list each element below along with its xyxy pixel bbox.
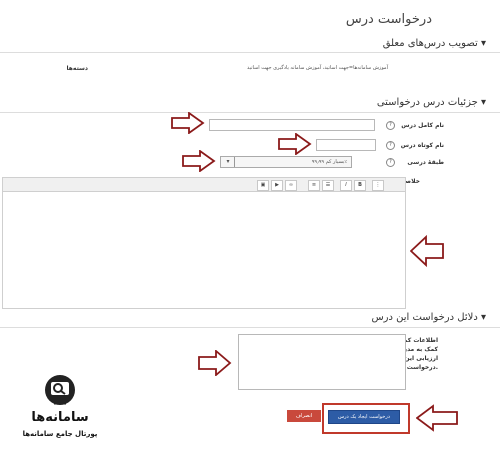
link-icon[interactable]: ∞ — [285, 180, 297, 191]
portal-logo: سامانه‌ها پورتال جامع سامانه‌ها — [20, 372, 100, 444]
summary-editor[interactable] — [2, 191, 406, 309]
divider — [0, 327, 500, 328]
section-approval-title[interactable]: تصویب درس‌های معلق ▾ — [383, 38, 486, 49]
brand-subtitle: پورتال جامع سامانه‌ها — [22, 430, 98, 438]
divider — [0, 112, 500, 113]
brand-name: سامانه‌ها — [31, 410, 89, 425]
arrow-left-icon — [410, 234, 444, 268]
image-icon[interactable]: ▣ — [257, 180, 269, 191]
fullname-input[interactable] — [209, 119, 375, 131]
arrow-right-icon — [278, 133, 312, 155]
fullname-label: نام کامل درس — [401, 122, 444, 129]
page-title: درخواست درس — [345, 12, 432, 27]
ordered-list-icon[interactable]: ≡ — [308, 180, 320, 191]
arrow-left-icon — [416, 404, 458, 432]
submit-request-button[interactable]: درخواست ایجاد یک درس — [328, 410, 400, 424]
magnifier-screen-icon — [45, 375, 75, 405]
arrow-right-icon — [182, 150, 216, 172]
shortname-label: نام کوتاه درس — [400, 142, 444, 149]
reason-textarea[interactable] — [238, 334, 406, 390]
section-reason-title[interactable]: دلائل درخواست این درس ▾ — [371, 312, 486, 323]
format-icon[interactable]: ⋮ — [372, 180, 384, 191]
category-label: طبقهٔ درسی — [407, 159, 444, 166]
categories-value: آموزش سامانه‌ها=جهت اساتید، آموزش سامانه… — [247, 65, 388, 71]
chevron-down-icon: ▾ — [222, 157, 235, 167]
divider — [0, 52, 500, 53]
collapse-icon: ▾ — [480, 97, 486, 108]
collapse-icon: ▾ — [480, 38, 486, 49]
category-select[interactable]: ▾ بسیار کم ۹۹٫۹۹٪ — [220, 156, 352, 168]
collapse-icon: ▾ — [480, 312, 486, 323]
help-icon[interactable]: ? — [386, 121, 395, 130]
bold-icon[interactable]: B — [354, 180, 366, 191]
section-details-title[interactable]: جزئیات درس درخواستی ▾ — [377, 97, 486, 108]
media-icon[interactable]: ▶ — [271, 180, 283, 191]
unordered-list-icon[interactable]: ☰ — [322, 180, 334, 191]
italic-icon[interactable]: I — [340, 180, 352, 191]
help-icon[interactable]: ? — [386, 141, 395, 150]
arrow-right-icon — [198, 350, 232, 376]
cancel-button[interactable]: انصراف — [287, 410, 321, 422]
help-icon[interactable]: ? — [386, 158, 395, 167]
categories-label: دسته‌ها — [66, 65, 88, 72]
arrow-right-icon — [171, 112, 205, 134]
shortname-input[interactable] — [316, 139, 376, 151]
